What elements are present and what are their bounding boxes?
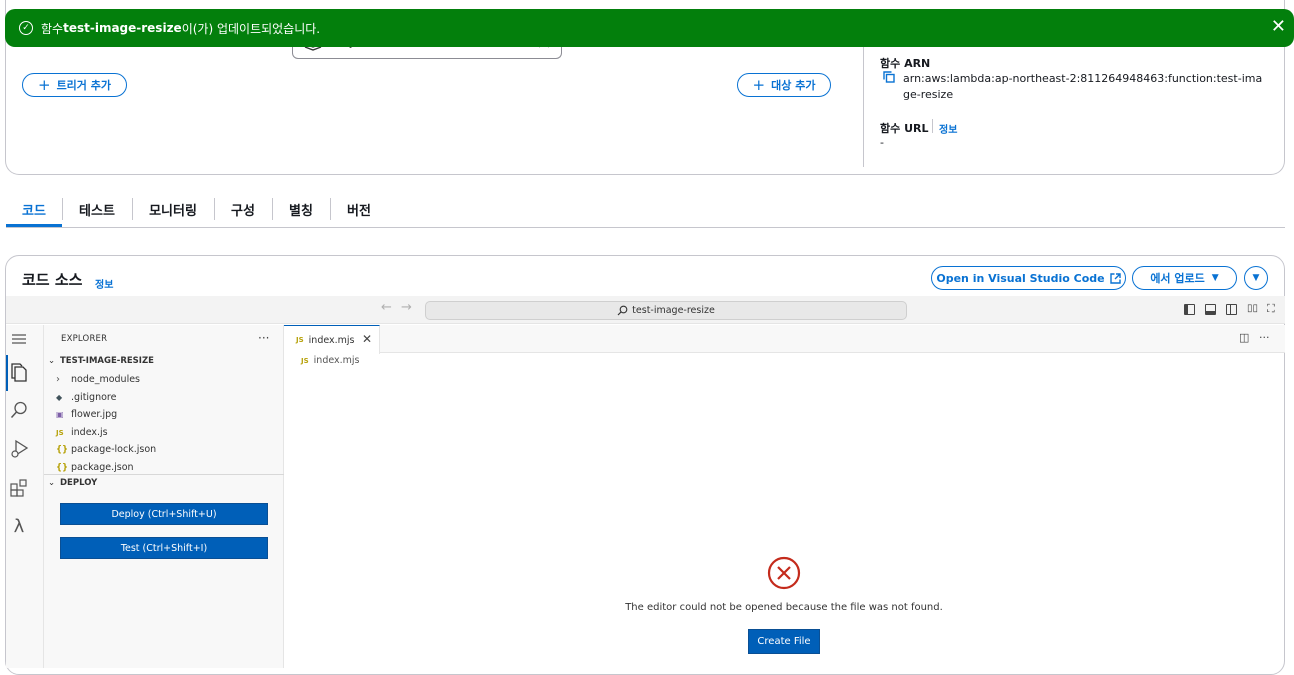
more-actions-icon[interactable]: ··· [258, 331, 269, 345]
lambda-icon[interactable]: λ [6, 513, 32, 539]
arn-value: arn:aws:lambda:ap-northeast-2:8112649484… [903, 72, 1263, 101]
editor-tab-bar [284, 325, 1285, 353]
add-trigger-label: 트리거 추가 [56, 79, 111, 92]
json-icon: {} [56, 462, 69, 473]
details-divider [863, 47, 864, 167]
check-circle-icon: ✓ [19, 21, 33, 35]
plus-icon: + [37, 76, 51, 94]
open-in-vscode-button[interactable]: Open in Visual Studio Code [931, 266, 1126, 290]
forward-arrow-icon[interactable]: → [401, 300, 412, 315]
caret-down-icon: ▼ [1211, 273, 1219, 283]
tree-item-label: package-lock.json [71, 444, 157, 455]
back-arrow-icon[interactable]: ← [381, 300, 392, 315]
flash-prefix: 함수 [41, 21, 64, 36]
search-icon [617, 305, 628, 316]
caret-down-icon: ▼ [1252, 273, 1260, 283]
menu-icon[interactable] [6, 326, 32, 352]
upload-from-label: 에서 업로드 [1150, 272, 1205, 285]
error-circle-icon [767, 556, 801, 590]
git-icon: ◆ [56, 393, 63, 402]
chevron-down-icon: ⌄ [48, 356, 56, 366]
flash-suffix: 이(가) 업데이트되었습니다. [181, 21, 321, 36]
arn-label: 함수 ARN [880, 57, 931, 70]
code-source-info-link[interactable]: 정보 [95, 276, 113, 291]
error-message: The editor could not be opened because t… [625, 602, 943, 613]
tree-item-label: package.json [71, 462, 134, 473]
chevron-down-icon: ⌄ [48, 478, 56, 488]
tree-item[interactable]: JS index.js [56, 424, 108, 441]
sidebar-divider [44, 474, 284, 475]
close-icon[interactable]: ✕ [362, 332, 372, 346]
copy-icon[interactable] [883, 71, 895, 83]
expand-dropdown-button[interactable]: ▼ [1244, 266, 1268, 290]
add-trigger-button[interactable]: + 트리거 추가 [22, 73, 127, 97]
url-value: - [880, 136, 884, 149]
success-flash-banner: ✓ 함수 test-image-resize 이(가) 업데이트되었습니다. ✕ [5, 9, 1294, 47]
add-destination-button[interactable]: + 대상 추가 [737, 73, 831, 97]
explorer-title: EXPLORER [61, 334, 108, 344]
create-file-button[interactable]: Create File [748, 629, 820, 654]
tab-aliases[interactable]: 별칭 [272, 194, 330, 224]
tab-code[interactable]: 코드 [6, 194, 62, 224]
js-icon: JS [56, 428, 64, 437]
breadcrumb-label: index.mjs [313, 355, 360, 366]
url-label: 함수 URL [880, 122, 929, 135]
tab-versions[interactable]: 버전 [330, 194, 388, 224]
more-actions-icon[interactable]: ··· [1259, 331, 1270, 344]
add-destination-label: 대상 추가 [771, 79, 816, 92]
code-source-title: 코드 소스 [22, 271, 83, 289]
js-icon: JS [296, 336, 304, 344]
deploy-section-header[interactable]: ⌄ DEPLOY [48, 478, 97, 488]
tab-test[interactable]: 테스트 [62, 194, 132, 224]
test-button[interactable]: Test (Ctrl+Shift+I) [60, 537, 268, 559]
tree-item[interactable]: › node_modules [56, 371, 140, 388]
deploy-button[interactable]: Deploy (Ctrl+Shift+U) [60, 503, 268, 525]
run-debug-icon[interactable] [6, 436, 32, 462]
open-in-vscode-label: Open in Visual Studio Code [936, 271, 1105, 285]
search-icon[interactable] [6, 397, 32, 423]
toggle-panel-icon[interactable] [1205, 304, 1216, 315]
explorer-icon[interactable] [6, 360, 32, 386]
external-link-icon [1109, 272, 1121, 284]
tree-item-label: flower.jpg [71, 409, 118, 420]
tab-configuration[interactable]: 구성 [214, 194, 272, 224]
url-separator [932, 119, 933, 133]
tree-item[interactable]: {} package-lock.json [56, 441, 156, 458]
extensions-icon[interactable] [6, 475, 32, 501]
folder-name: TEST-IMAGE-RESIZE [60, 356, 154, 366]
toggle-secondary-sidebar-icon[interactable] [1226, 304, 1237, 315]
split-editor-icon[interactable]: ◫ [1239, 331, 1249, 344]
tree-item-label: .gitignore [71, 392, 117, 403]
toggle-primary-sidebar-icon[interactable] [1184, 304, 1195, 315]
upload-from-dropdown[interactable]: 에서 업로드 ▼ [1132, 266, 1237, 290]
tab-monitoring[interactable]: 모니터링 [132, 194, 214, 224]
maximize-icon[interactable]: ⛶ [1267, 302, 1275, 316]
folder-header[interactable]: ⌄ TEST-IMAGE-RESIZE [48, 356, 154, 366]
chevron-right-icon: › [56, 374, 60, 385]
tree-item-label: index.js [71, 427, 108, 438]
deploy-section-label: DEPLOY [60, 478, 98, 488]
command-center-label: test-image-resize [632, 305, 715, 316]
editor-tab-index-mjs[interactable]: JS index.mjs ✕ [284, 325, 380, 354]
tree-item-label: node_modules [71, 374, 141, 385]
plus-icon: + [752, 76, 766, 94]
flash-function-name: test-image-resize [63, 21, 182, 35]
editor-tab-label: index.mjs [308, 334, 355, 346]
breadcrumb[interactable]: JS index.mjs [301, 355, 360, 366]
command-center-search[interactable]: test-image-resize [425, 301, 907, 320]
url-info-link[interactable]: 정보 [939, 121, 957, 136]
tabs-baseline [6, 227, 1285, 228]
image-icon: ▣ [56, 410, 64, 419]
close-icon[interactable]: ✕ [1271, 18, 1286, 36]
tree-item[interactable]: ▣ flower.jpg [56, 406, 117, 423]
json-icon: {} [56, 444, 69, 455]
js-icon: JS [301, 357, 309, 365]
tree-item[interactable]: ◆ .gitignore [56, 389, 116, 406]
customize-layout-icon[interactable]: ▯▯ [1247, 303, 1258, 314]
